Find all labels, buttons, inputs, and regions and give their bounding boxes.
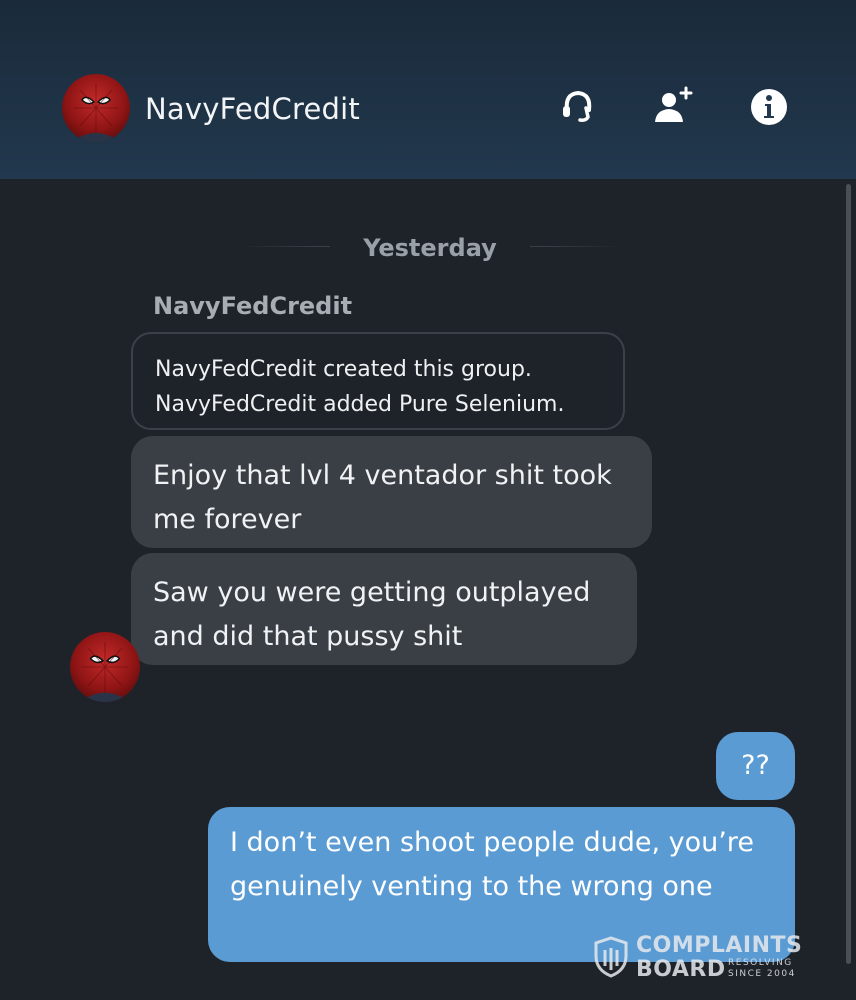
complaints-board-watermark: COMPLAINTS BOARD RESOLVING SINCE 2004 xyxy=(594,933,810,983)
chat-header: NavyFedCredit xyxy=(0,0,856,179)
incoming-message[interactable]: Enjoy that lvl 4 ventador shit took me f… xyxy=(131,436,652,548)
incoming-message[interactable]: Saw you were getting outplayed and did t… xyxy=(131,553,637,665)
watermark-line1: COMPLAINTS xyxy=(636,933,803,958)
scrollbar[interactable] xyxy=(846,184,851,964)
headset-icon[interactable] xyxy=(555,84,601,130)
add-user-icon[interactable] xyxy=(650,84,696,130)
watermark-tagline-line: SINCE 2004 xyxy=(728,969,796,979)
spider-mask-icon xyxy=(80,642,130,702)
watermark-tagline-line: RESOLVING xyxy=(728,958,793,968)
system-message: NavyFedCredit created this group. NavyFe… xyxy=(131,332,625,430)
group-avatar[interactable] xyxy=(62,74,130,142)
system-message-line: NavyFedCredit added Pure Selenium. xyxy=(155,392,565,417)
date-divider-label: Yesterday xyxy=(330,234,530,262)
sender-name: NavyFedCredit xyxy=(153,292,353,320)
watermark-tagline: RESOLVING SINCE 2004 xyxy=(728,958,796,980)
system-message-line: NavyFedCredit created this group. xyxy=(155,357,532,382)
outgoing-message[interactable]: ?? xyxy=(716,732,795,800)
info-icon[interactable] xyxy=(746,84,792,130)
shield-logo-icon xyxy=(594,936,628,978)
chat-title: NavyFedCredit xyxy=(145,92,360,126)
watermark-line2: BOARD xyxy=(636,957,726,982)
spider-mask-icon xyxy=(72,84,120,142)
sender-avatar[interactable] xyxy=(70,632,140,702)
